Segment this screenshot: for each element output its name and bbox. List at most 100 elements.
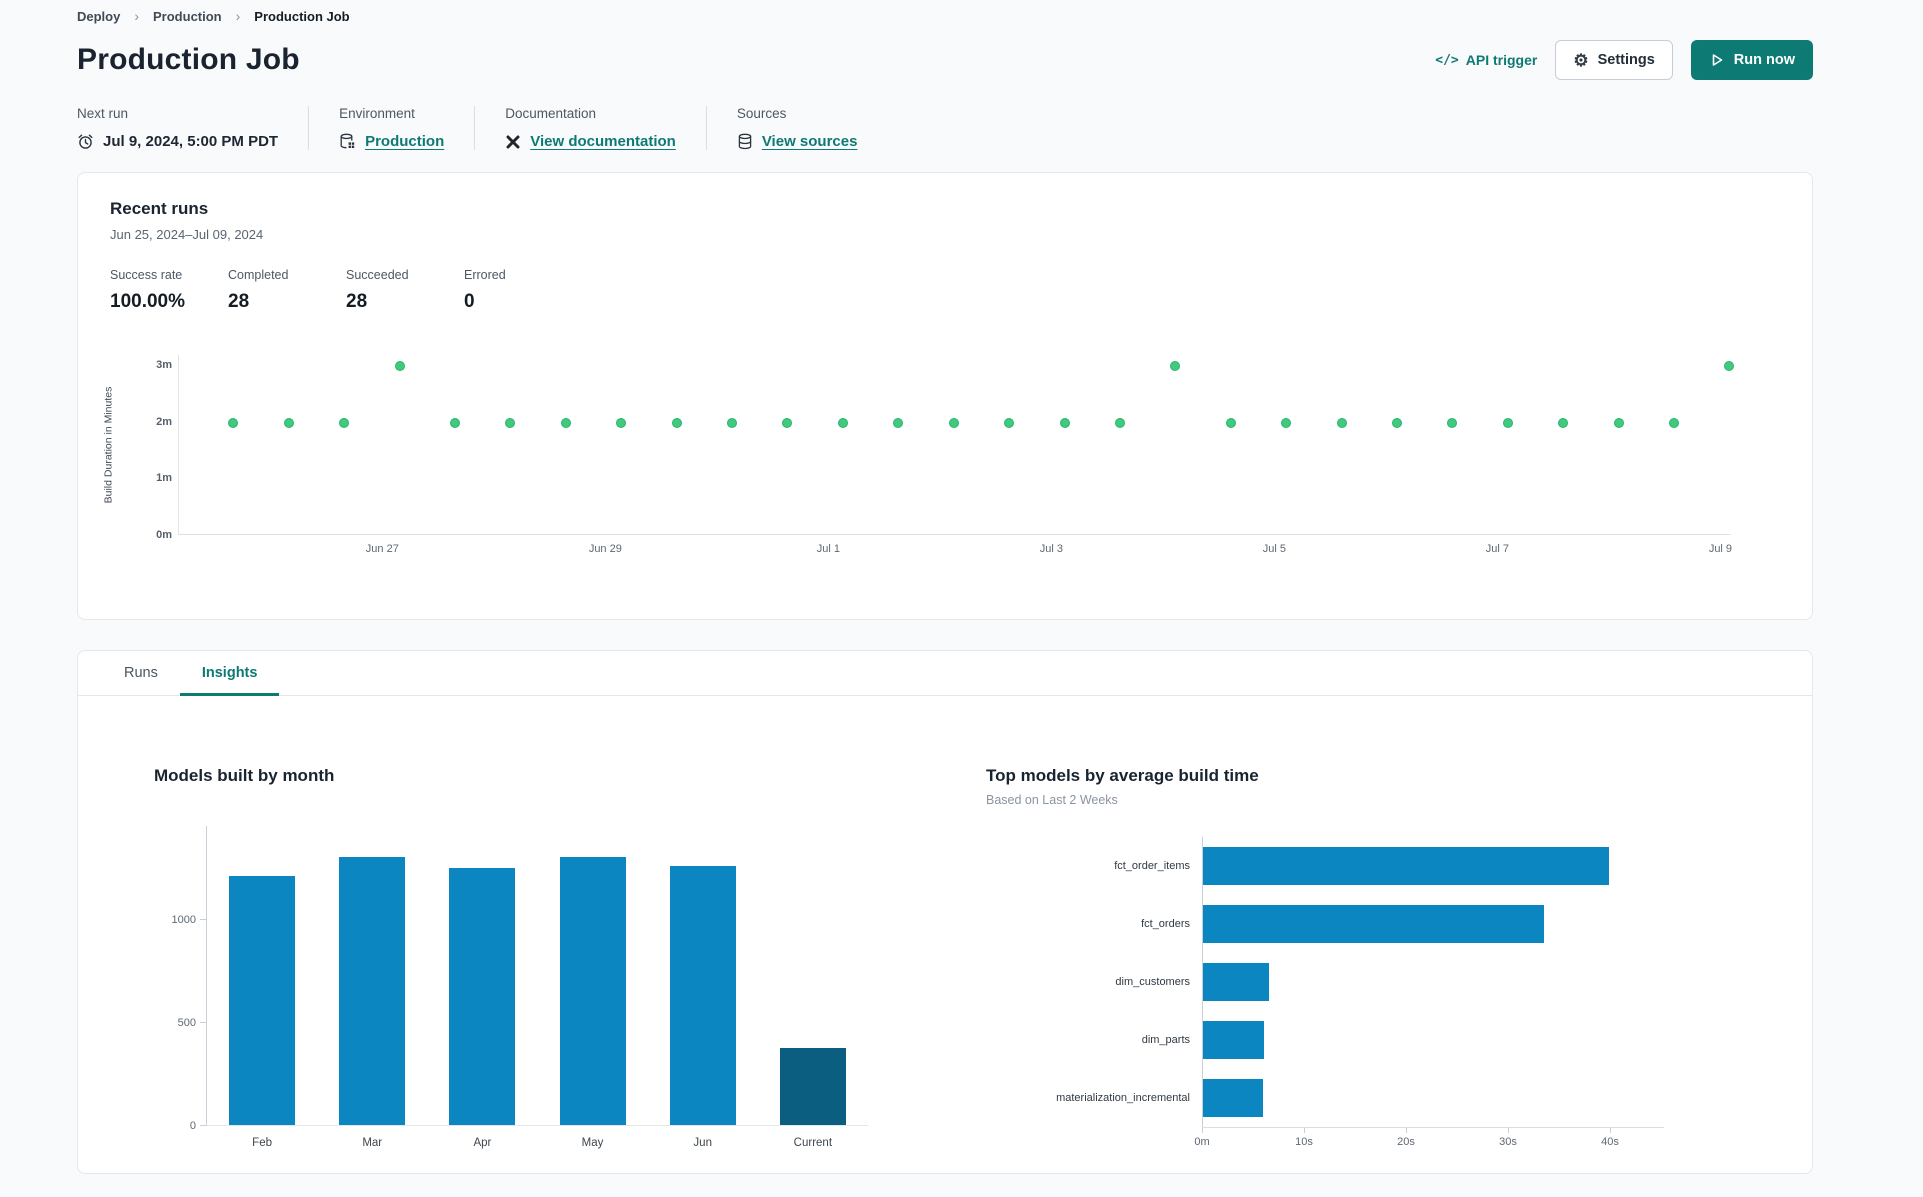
meta-next-run: Next run Jul 9, 2024, 5:00 PM PDT: [77, 106, 308, 150]
scatter-y-tick-label: 0m: [156, 529, 172, 541]
bar-y-tick-mark: [200, 1125, 206, 1126]
bar-x-tick-label: Mar: [362, 1137, 383, 1149]
bar[interactable]: [339, 857, 406, 1125]
run-dot[interactable]: [1613, 417, 1624, 428]
bar-column: May: [559, 826, 626, 1149]
bar[interactable]: [1203, 963, 1270, 1001]
recent-runs-card: Recent runs Jun 25, 2024–Jul 09, 2024 Su…: [77, 172, 1813, 620]
bar-x-tick-label: Current: [793, 1137, 833, 1149]
hbar-category-label: materialization_incremental: [1056, 1092, 1190, 1104]
hbar-x-tick-mark: [1202, 1128, 1203, 1133]
bar-x-tick-label: Jun: [693, 1137, 712, 1149]
header-actions: </> API trigger ⚙ Settings Run now: [1435, 40, 1813, 80]
hbar-x-tick-mark: [1610, 1128, 1611, 1133]
hbar-row: fct_order_items: [986, 837, 1646, 895]
run-dot[interactable]: [339, 417, 350, 428]
bar-plot-area: Feb Mar Apr May Jun Current: [206, 826, 868, 1149]
run-dot[interactable]: [1059, 417, 1070, 428]
bar[interactable]: [1203, 1021, 1265, 1059]
run-now-button[interactable]: Run now: [1690, 40, 1813, 80]
run-dot[interactable]: [394, 360, 405, 371]
bar[interactable]: [229, 875, 296, 1125]
settings-button[interactable]: ⚙ Settings: [1555, 40, 1673, 80]
scatter-x-tick-label: Jun 27: [365, 543, 399, 555]
run-dot[interactable]: [948, 417, 959, 428]
bar[interactable]: [669, 866, 736, 1125]
environment-label: Environment: [339, 106, 415, 121]
settings-label: Settings: [1597, 52, 1655, 68]
bar[interactable]: [1203, 1079, 1264, 1117]
run-dot[interactable]: [1391, 417, 1402, 428]
run-dot[interactable]: [1502, 417, 1513, 428]
api-trigger-link[interactable]: </> API trigger: [1435, 52, 1537, 68]
breadcrumb-deploy[interactable]: Deploy: [77, 9, 120, 24]
hbar-x-tick-label: 0m: [1194, 1136, 1210, 1148]
run-dot[interactable]: [1114, 417, 1125, 428]
chevron-right-icon: ›: [134, 8, 140, 24]
top-models-chart-subtitle: Based on Last 2 Weeks: [986, 793, 1118, 807]
view-documentation-link[interactable]: View documentation: [530, 133, 676, 150]
hbar-row: materialization_incremental: [986, 1069, 1646, 1127]
database-icon: [737, 133, 753, 150]
bar[interactable]: [1203, 847, 1609, 885]
run-dot[interactable]: [671, 417, 682, 428]
breadcrumb-production[interactable]: Production: [153, 9, 222, 24]
bar[interactable]: [449, 867, 516, 1125]
run-dot[interactable]: [228, 417, 239, 428]
run-dot[interactable]: [1669, 417, 1680, 428]
run-dot[interactable]: [1447, 417, 1458, 428]
hbar-x-tick-label: 20s: [1397, 1136, 1415, 1148]
run-dot[interactable]: [1724, 360, 1735, 371]
run-dot[interactable]: [1336, 417, 1347, 428]
stat-success-rate: Success rate 100.00%: [110, 268, 186, 312]
chevron-right-icon: ›: [235, 8, 241, 24]
bar[interactable]: [1203, 905, 1544, 943]
run-dot[interactable]: [1225, 417, 1236, 428]
hbar-x-tick-label: 10s: [1295, 1136, 1313, 1148]
run-dot[interactable]: [727, 417, 738, 428]
hbar-row: fct_orders: [986, 895, 1646, 953]
hbar-x-tick-mark: [1304, 1128, 1305, 1133]
dbt-docs-icon: [505, 134, 521, 150]
run-dot[interactable]: [1170, 360, 1181, 371]
recent-runs-date-range: Jun 25, 2024–Jul 09, 2024: [110, 227, 264, 242]
run-dot[interactable]: [505, 417, 516, 428]
recent-runs-stats: Success rate 100.00% Completed 28 Succee…: [110, 268, 1780, 313]
hbar-track: [1202, 895, 1646, 953]
run-dot[interactable]: [449, 417, 460, 428]
scatter-x-tick-label: Jul 9: [1708, 543, 1733, 555]
run-dot[interactable]: [616, 417, 627, 428]
runs-insights-card: Runs Insights Models built by month Feb M…: [77, 650, 1813, 1174]
run-dot[interactable]: [1004, 417, 1015, 428]
production-job-page: Deploy › Production › Production Job Pro…: [0, 0, 1923, 1174]
run-dot[interactable]: [283, 417, 294, 428]
tab-insights[interactable]: Insights: [179, 651, 280, 696]
run-dot[interactable]: [837, 417, 848, 428]
scatter-x-tick-label: Jul 1: [816, 543, 840, 555]
run-dot[interactable]: [1558, 417, 1569, 428]
top-models-section: Top models by average build time Based o…: [986, 766, 1664, 1153]
scatter-plot-area: Jun 27 Jun 29 Jul 1 Jul 3 Jul 5 Jul 7 Jul 9: [178, 355, 1735, 555]
bar[interactable]: [559, 857, 626, 1125]
environment-link[interactable]: Production: [365, 133, 444, 150]
bar-y-tick-label: 0: [189, 1120, 196, 1132]
play-icon: [1709, 52, 1725, 68]
run-dot[interactable]: [1281, 417, 1292, 428]
scatter-x-tick-label: Jul 3: [1039, 543, 1063, 555]
run-dot[interactable]: [782, 417, 793, 428]
scatter-y-axis-label: Build Duration in Minutes: [102, 386, 115, 504]
bar-column: Current: [779, 826, 846, 1149]
bar-column: Mar: [339, 826, 406, 1149]
recent-runs-title: Recent runs: [110, 199, 209, 218]
scatter-y-tick-label: 2m: [156, 415, 172, 428]
tab-runs[interactable]: Runs: [102, 651, 180, 695]
run-dot[interactable]: [560, 417, 571, 428]
bar-x-tick-label: Apr: [473, 1137, 492, 1149]
api-trigger-label: API trigger: [1465, 52, 1538, 68]
view-sources-link[interactable]: View sources: [762, 133, 858, 150]
environment-stack-icon: [339, 133, 356, 150]
bar-y-tick-label: 500: [177, 1017, 196, 1029]
bar[interactable]: [779, 1047, 846, 1125]
hbar-category-label: fct_order_items: [1114, 860, 1190, 872]
run-dot[interactable]: [893, 417, 904, 428]
